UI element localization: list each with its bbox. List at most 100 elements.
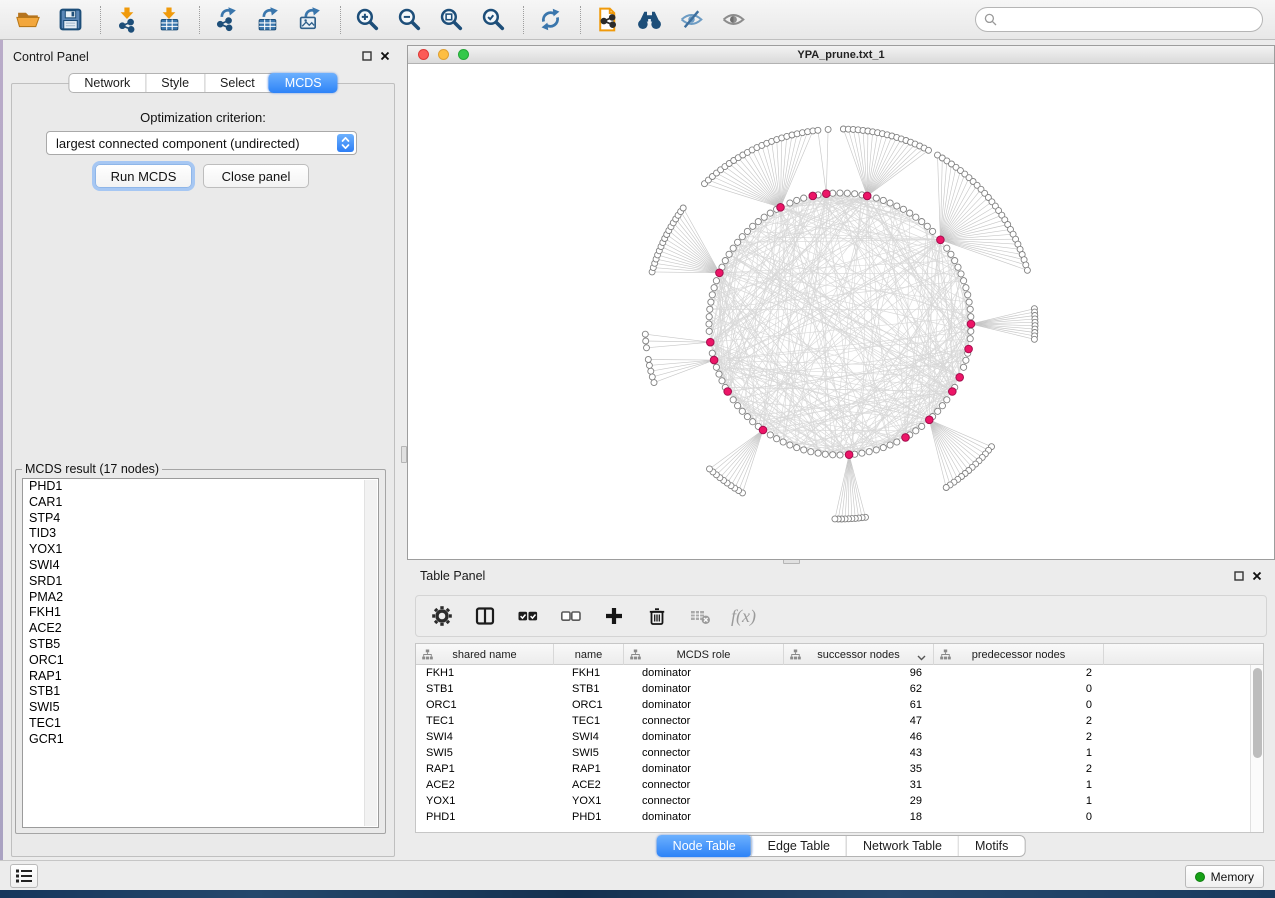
save-session-button[interactable] bbox=[54, 4, 86, 36]
show-selected-button[interactable] bbox=[717, 4, 749, 36]
tab-style[interactable]: Style bbox=[145, 74, 204, 92]
export-table-button[interactable] bbox=[252, 4, 284, 36]
mcds-result-item[interactable]: PHD1 bbox=[23, 479, 378, 495]
mcds-result-item[interactable]: STB1 bbox=[23, 684, 378, 700]
cell-successor-nodes: 96 bbox=[784, 665, 934, 681]
show-column-panel-button[interactable] bbox=[473, 604, 497, 628]
run-mcds-button[interactable]: Run MCDS bbox=[95, 164, 192, 188]
task-history-button[interactable] bbox=[10, 864, 38, 888]
table-row[interactable]: RAP1RAP1dominator352 bbox=[416, 761, 1250, 777]
cell-predecessor-nodes: 2 bbox=[934, 713, 1104, 729]
select-all-columns-button[interactable] bbox=[516, 604, 540, 628]
table-tab-network-table[interactable]: Network Table bbox=[846, 836, 958, 856]
export-network-button[interactable] bbox=[210, 4, 242, 36]
toolbar-separator bbox=[523, 6, 524, 34]
table-row[interactable]: YOX1YOX1connector291 bbox=[416, 793, 1250, 809]
table-settings-button[interactable] bbox=[430, 604, 454, 628]
import-table-button[interactable] bbox=[153, 4, 185, 36]
table-row[interactable]: PHD1PHD1dominator180 bbox=[416, 809, 1250, 825]
control-panel-float-button[interactable] bbox=[362, 51, 372, 61]
desktop-wallpaper-bottom bbox=[0, 890, 1275, 898]
table-row[interactable]: ACE2ACE2connector311 bbox=[416, 777, 1250, 793]
tab-network[interactable]: Network bbox=[69, 74, 145, 92]
mcds-result-item[interactable]: ORC1 bbox=[23, 653, 378, 669]
show-column-panel-icon bbox=[474, 605, 496, 627]
control-panel-close-button[interactable] bbox=[380, 51, 390, 61]
memory-button[interactable]: Memory bbox=[1185, 865, 1264, 888]
delete-columns-button[interactable] bbox=[645, 604, 669, 628]
mcds-result-item[interactable]: CAR1 bbox=[23, 495, 378, 511]
toolbar-separator bbox=[340, 6, 341, 34]
control-panel-title: Control Panel bbox=[13, 50, 89, 64]
optimization-criterion-label: Optimization criterion: bbox=[12, 110, 394, 125]
table-panel-float-button[interactable] bbox=[1234, 571, 1244, 581]
mcds-result-item[interactable]: SRD1 bbox=[23, 574, 378, 590]
zoom-fit-button[interactable] bbox=[435, 4, 467, 36]
search-network-button[interactable] bbox=[633, 4, 665, 36]
cell-successor-nodes: 31 bbox=[784, 777, 934, 793]
network-canvas[interactable] bbox=[408, 64, 1274, 559]
cell-shared-name: FKH1 bbox=[416, 665, 554, 681]
cell-predecessor-nodes: 2 bbox=[934, 729, 1104, 745]
mcds-result-item[interactable]: TID3 bbox=[23, 526, 378, 542]
table-row[interactable]: ORC1ORC1dominator610 bbox=[416, 697, 1250, 713]
column-header-predecessor-nodes[interactable]: predecessor nodes bbox=[934, 644, 1104, 665]
cell-mcds-role: connector bbox=[624, 713, 784, 729]
share-document-button[interactable] bbox=[591, 4, 623, 36]
table-row[interactable]: TEC1TEC1connector472 bbox=[416, 713, 1250, 729]
node-table-scrollbar-thumb[interactable] bbox=[1253, 668, 1262, 758]
table-panel-close-button[interactable] bbox=[1252, 571, 1262, 581]
mcds-result-item[interactable]: SWI5 bbox=[23, 700, 378, 716]
close-panel-button[interactable]: Close panel bbox=[203, 164, 309, 188]
zoom-in-button[interactable] bbox=[351, 4, 383, 36]
table-toolbar: f(x) bbox=[415, 595, 1267, 637]
table-tab-node-table[interactable]: Node Table bbox=[657, 835, 752, 857]
function-builder-button[interactable]: f(x) bbox=[731, 606, 756, 627]
delete-table-button[interactable] bbox=[688, 604, 712, 628]
unselect-all-columns-icon bbox=[560, 605, 582, 627]
zoom-out-button[interactable] bbox=[393, 4, 425, 36]
mcds-result-item[interactable]: TEC1 bbox=[23, 716, 378, 732]
mcds-result-item[interactable]: STP4 bbox=[23, 511, 378, 527]
mcds-result-item[interactable]: PMA2 bbox=[23, 590, 378, 606]
mcds-result-item[interactable]: RAP1 bbox=[23, 669, 378, 685]
tab-select[interactable]: Select bbox=[204, 74, 270, 92]
cell-shared-name: TEC1 bbox=[416, 713, 554, 729]
mcds-result-item[interactable]: YOX1 bbox=[23, 542, 378, 558]
mcds-result-item[interactable]: SWI4 bbox=[23, 558, 378, 574]
export-image-button[interactable] bbox=[294, 4, 326, 36]
search-icon bbox=[984, 13, 997, 26]
mcds-result-item[interactable]: STB5 bbox=[23, 637, 378, 653]
table-row[interactable]: SWI5SWI5connector431 bbox=[416, 745, 1250, 761]
refresh-view-button[interactable] bbox=[534, 4, 566, 36]
table-tab-motifs[interactable]: Motifs bbox=[958, 836, 1024, 856]
table-tab-edge-table[interactable]: Edge Table bbox=[751, 836, 846, 856]
column-header-shared-name[interactable]: shared name bbox=[416, 644, 554, 665]
create-column-button[interactable] bbox=[602, 604, 626, 628]
cell-predecessor-nodes: 1 bbox=[934, 793, 1104, 809]
memory-status-icon bbox=[1195, 872, 1205, 882]
export-table-icon bbox=[255, 6, 282, 33]
mcds-result-item[interactable]: GCR1 bbox=[23, 732, 378, 748]
column-header-successor-nodes[interactable]: successor nodes bbox=[784, 644, 934, 665]
open-file-button[interactable] bbox=[12, 4, 44, 36]
column-header-mcds-role[interactable]: MCDS role bbox=[624, 644, 784, 665]
mcds-result-item[interactable]: FKH1 bbox=[23, 605, 378, 621]
criterion-select[interactable]: largest connected component (undirected) bbox=[46, 131, 357, 155]
table-row[interactable]: FKH1FKH1dominator962 bbox=[416, 665, 1250, 681]
node-table-rows: FKH1FKH1dominator962STB1STB1dominator620… bbox=[416, 665, 1250, 832]
column-header-name[interactable]: name bbox=[554, 644, 624, 665]
cell-mcds-role: dominator bbox=[624, 697, 784, 713]
tab-mcds[interactable]: MCDS bbox=[269, 73, 338, 93]
import-network-button[interactable] bbox=[111, 4, 143, 36]
cell-successor-nodes: 43 bbox=[784, 745, 934, 761]
hide-selected-button[interactable] bbox=[675, 4, 707, 36]
toolbar-separator bbox=[100, 6, 101, 34]
unselect-all-columns-button[interactable] bbox=[559, 604, 583, 628]
zoom-selected-button[interactable] bbox=[477, 4, 509, 36]
table-row[interactable]: STB1STB1dominator620 bbox=[416, 681, 1250, 697]
table-row[interactable]: SWI4SWI4dominator462 bbox=[416, 729, 1250, 745]
mcds-result-scrollbar[interactable] bbox=[364, 480, 377, 826]
search-input[interactable] bbox=[1002, 13, 1254, 27]
mcds-result-item[interactable]: ACE2 bbox=[23, 621, 378, 637]
